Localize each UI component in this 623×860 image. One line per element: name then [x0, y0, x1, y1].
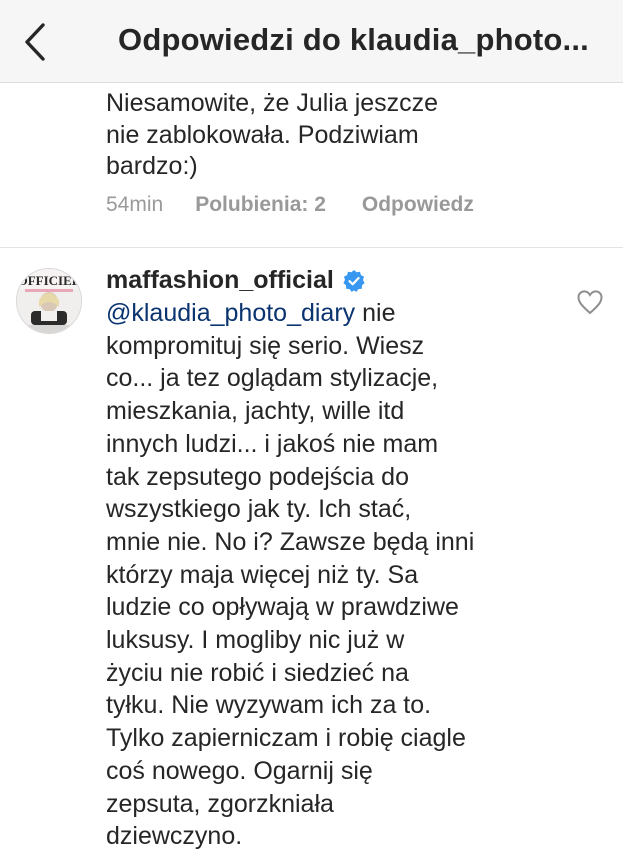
avatar[interactable]: OFFICIEL [16, 268, 82, 334]
comment-line: nie [355, 299, 396, 327]
avatar-logo-text: OFFICIEL [18, 273, 81, 288]
comment-text: @klaudia_photo_diary nie kompromituj się … [106, 297, 576, 853]
avatar-image: OFFICIEL [17, 269, 81, 333]
comment-line: mnie nie. No i? Zawsze będą inni [106, 527, 475, 556]
like-button[interactable] [576, 289, 604, 315]
comment-line: zepsuta, zgorzkniała [106, 789, 334, 818]
comment-line: życiu nie robić i siedzieć na [106, 658, 409, 687]
chevron-left-icon [25, 23, 45, 61]
comment-line: ludzie co opływają w prawdziwe [106, 593, 459, 622]
comment-line: dziewczyno. [106, 822, 243, 851]
comment-header: maffashion_official [106, 266, 366, 295]
replies-screen: Odpowiedzi do klaudia_photo... Niesamowi… [0, 0, 623, 860]
comment-line: wszystkiego jak ty. Ich stać, [106, 495, 412, 524]
comment-line: tyłku. Nie wyzywam ich za to. [106, 691, 432, 720]
header-bar: Odpowiedzi do klaudia_photo... [0, 0, 623, 83]
divider [0, 247, 623, 248]
previous-comment-meta: 54min Polubienia: 2 Odpowiedz [106, 193, 474, 217]
username-link[interactable]: maffashion_official [106, 266, 334, 295]
comment-line: Tylko zapierniczam i robię ciagle [106, 724, 466, 753]
comment-line: tak zepsutego podejścia do [106, 462, 409, 491]
reply-button[interactable]: Odpowiedz [362, 193, 474, 217]
likes-count-link[interactable]: Polubienia: 2 [195, 193, 326, 217]
comment-line: którzy maja więcej niż ty. Sa [106, 560, 419, 589]
heart-outline-icon [577, 290, 603, 315]
comment-line: luksusy. I mogliby nic już w [106, 626, 405, 655]
verified-badge-icon [343, 269, 365, 292]
previous-comment-text: Niesamowite, że Julia jeszcze nie zablok… [106, 89, 439, 180]
comment-line: co... ja tez oglądam stylizacje, [106, 364, 439, 393]
back-button[interactable] [14, 18, 56, 66]
comment-timestamp: 54min [106, 193, 164, 216]
comment-line: kompromituj się serio. Wiesz [106, 331, 425, 360]
comment-line: mieszkania, jachty, wille itd [106, 397, 405, 426]
page-title: Odpowiedzi do klaudia_photo... [118, 22, 589, 57]
mention-link[interactable]: @klaudia_photo_diary [106, 299, 355, 327]
previous-comment: Niesamowite, że Julia jeszcze nie zablok… [106, 88, 606, 183]
comment-line: innych ludzi... i jakoś nie mam [106, 429, 439, 458]
comment-line: coś nowego. Ogarnij się [106, 756, 373, 785]
